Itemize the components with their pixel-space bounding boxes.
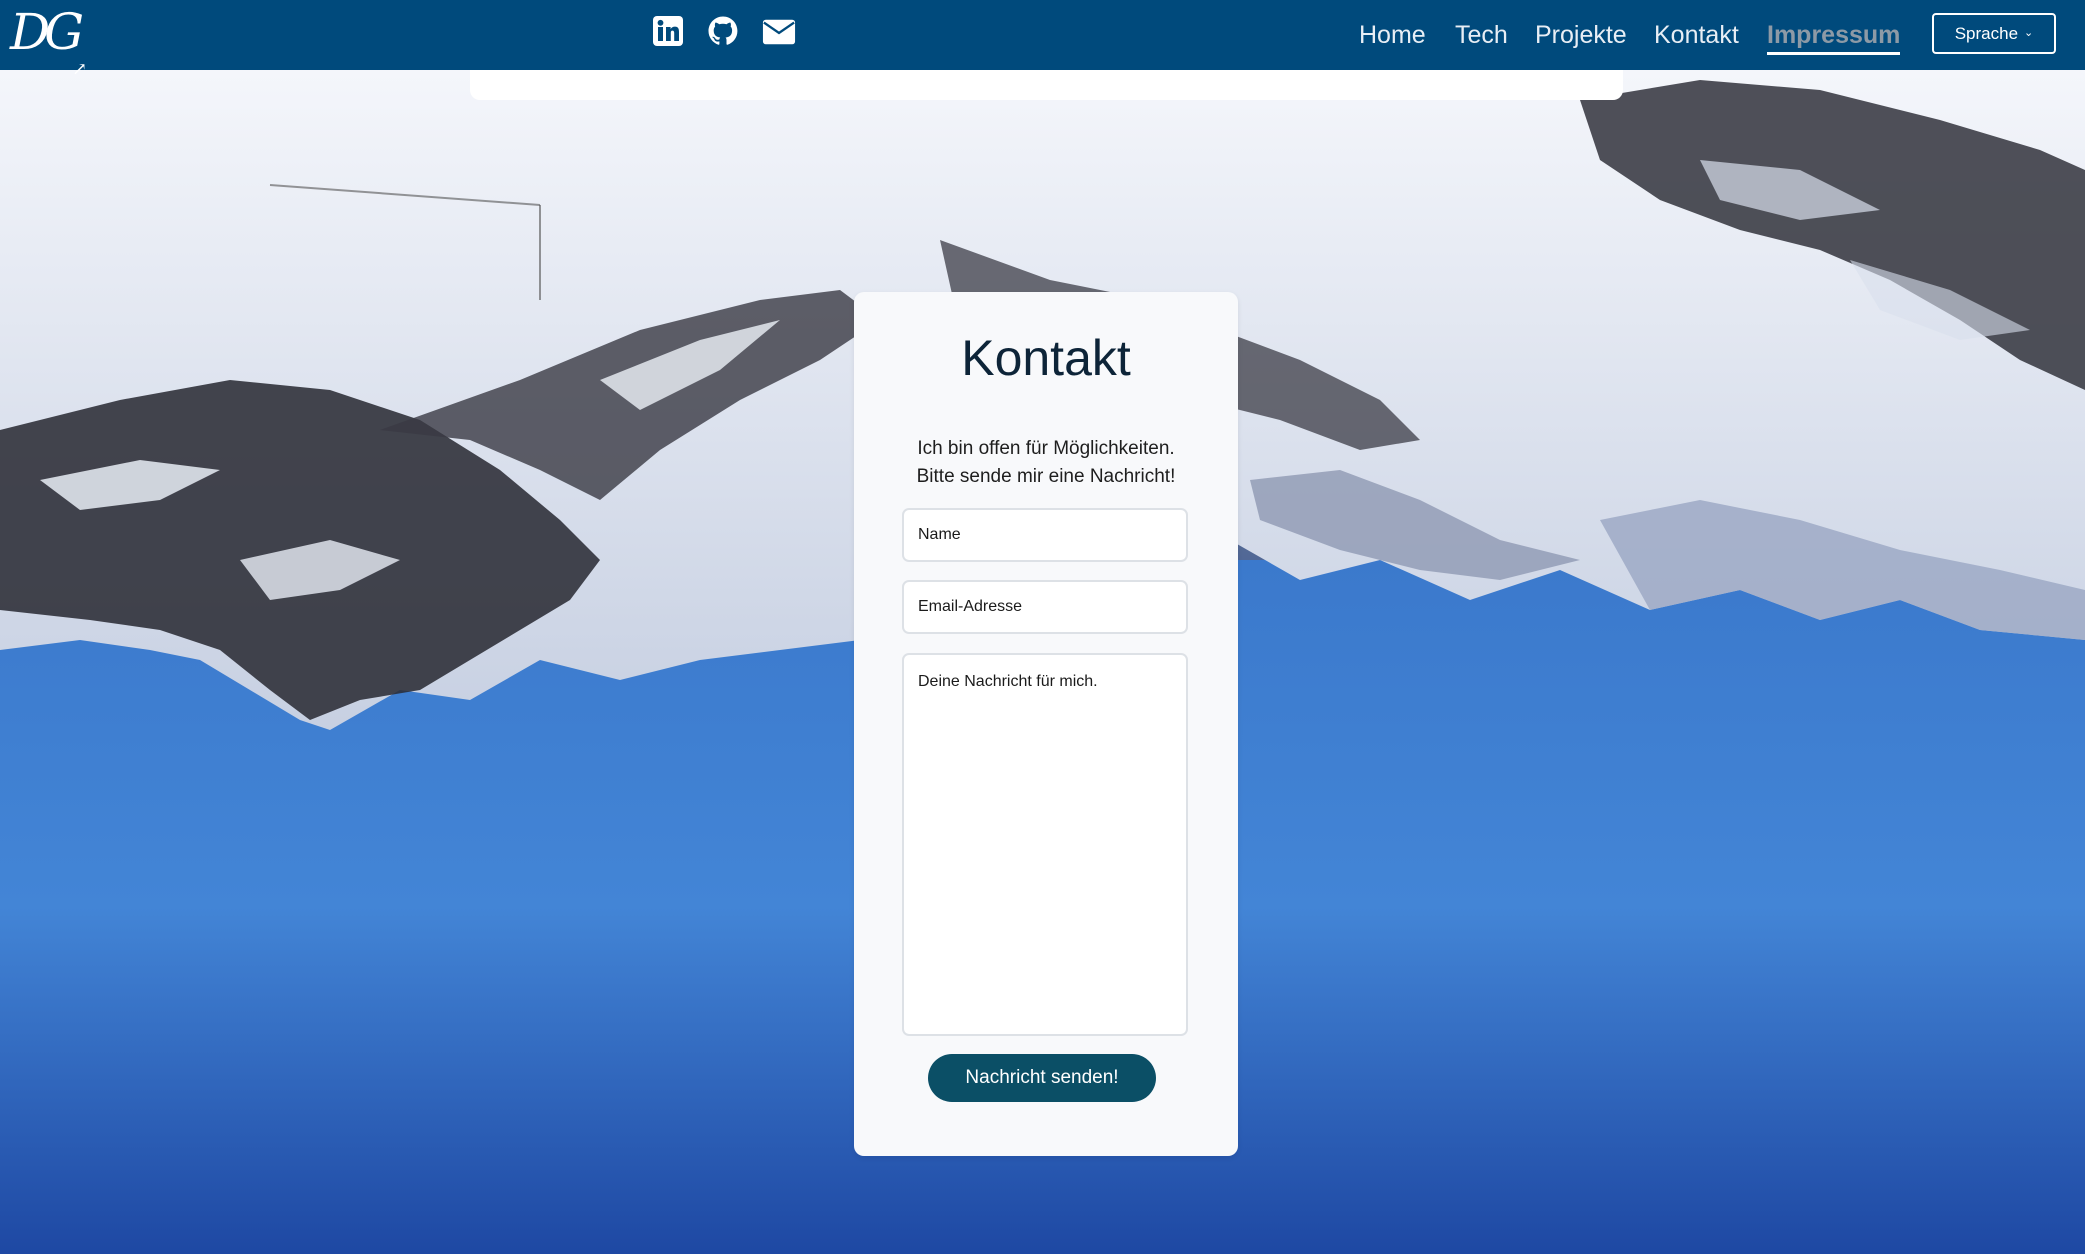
linkedin-icon — [653, 16, 683, 46]
nav-tech[interactable]: Tech — [1455, 19, 1508, 51]
nav-impressum[interactable]: Impressum — [1767, 19, 1901, 55]
language-dropdown[interactable]: Sprache ⌄ — [1932, 13, 2056, 54]
name-input[interactable] — [902, 508, 1188, 562]
contact-intro-line-2: Bitte sende mir eine Nachricht! — [916, 466, 1176, 487]
contact-title: Kontakt — [961, 330, 1131, 386]
nav-kontakt[interactable]: Kontakt — [1654, 19, 1739, 51]
github-icon — [708, 16, 738, 45]
contact-intro: Ich bin offen für Möglichkeiten. Bitte s… — [854, 435, 1238, 491]
envelope-icon — [762, 19, 796, 45]
nav-projekte[interactable]: Projekte — [1535, 19, 1627, 51]
email-link[interactable] — [762, 15, 798, 53]
send-message-button[interactable]: Nachricht senden! — [928, 1054, 1156, 1102]
nav-home[interactable]: Home — [1359, 19, 1426, 51]
logo-mark: ↗ — [72, 59, 88, 80]
chevron-down-icon: ⌄ — [2024, 27, 2034, 39]
message-textarea[interactable] — [902, 653, 1188, 1036]
contact-card: Kontakt Ich bin offen für Möglichkeiten.… — [854, 292, 1238, 1156]
linkedin-link[interactable] — [652, 15, 692, 53]
language-label: Sprache — [1954, 23, 2019, 43]
github-link[interactable] — [707, 15, 747, 53]
logo-text: DG — [10, 3, 84, 61]
navbar: DG ↗ Home Tech Projekte Kontakt Impressu… — [0, 0, 2085, 80]
logo[interactable]: DG ↗ — [10, 3, 88, 80]
email-input[interactable] — [902, 580, 1188, 634]
contact-intro-line-1: Ich bin offen für Möglichkeiten. — [917, 438, 1175, 459]
